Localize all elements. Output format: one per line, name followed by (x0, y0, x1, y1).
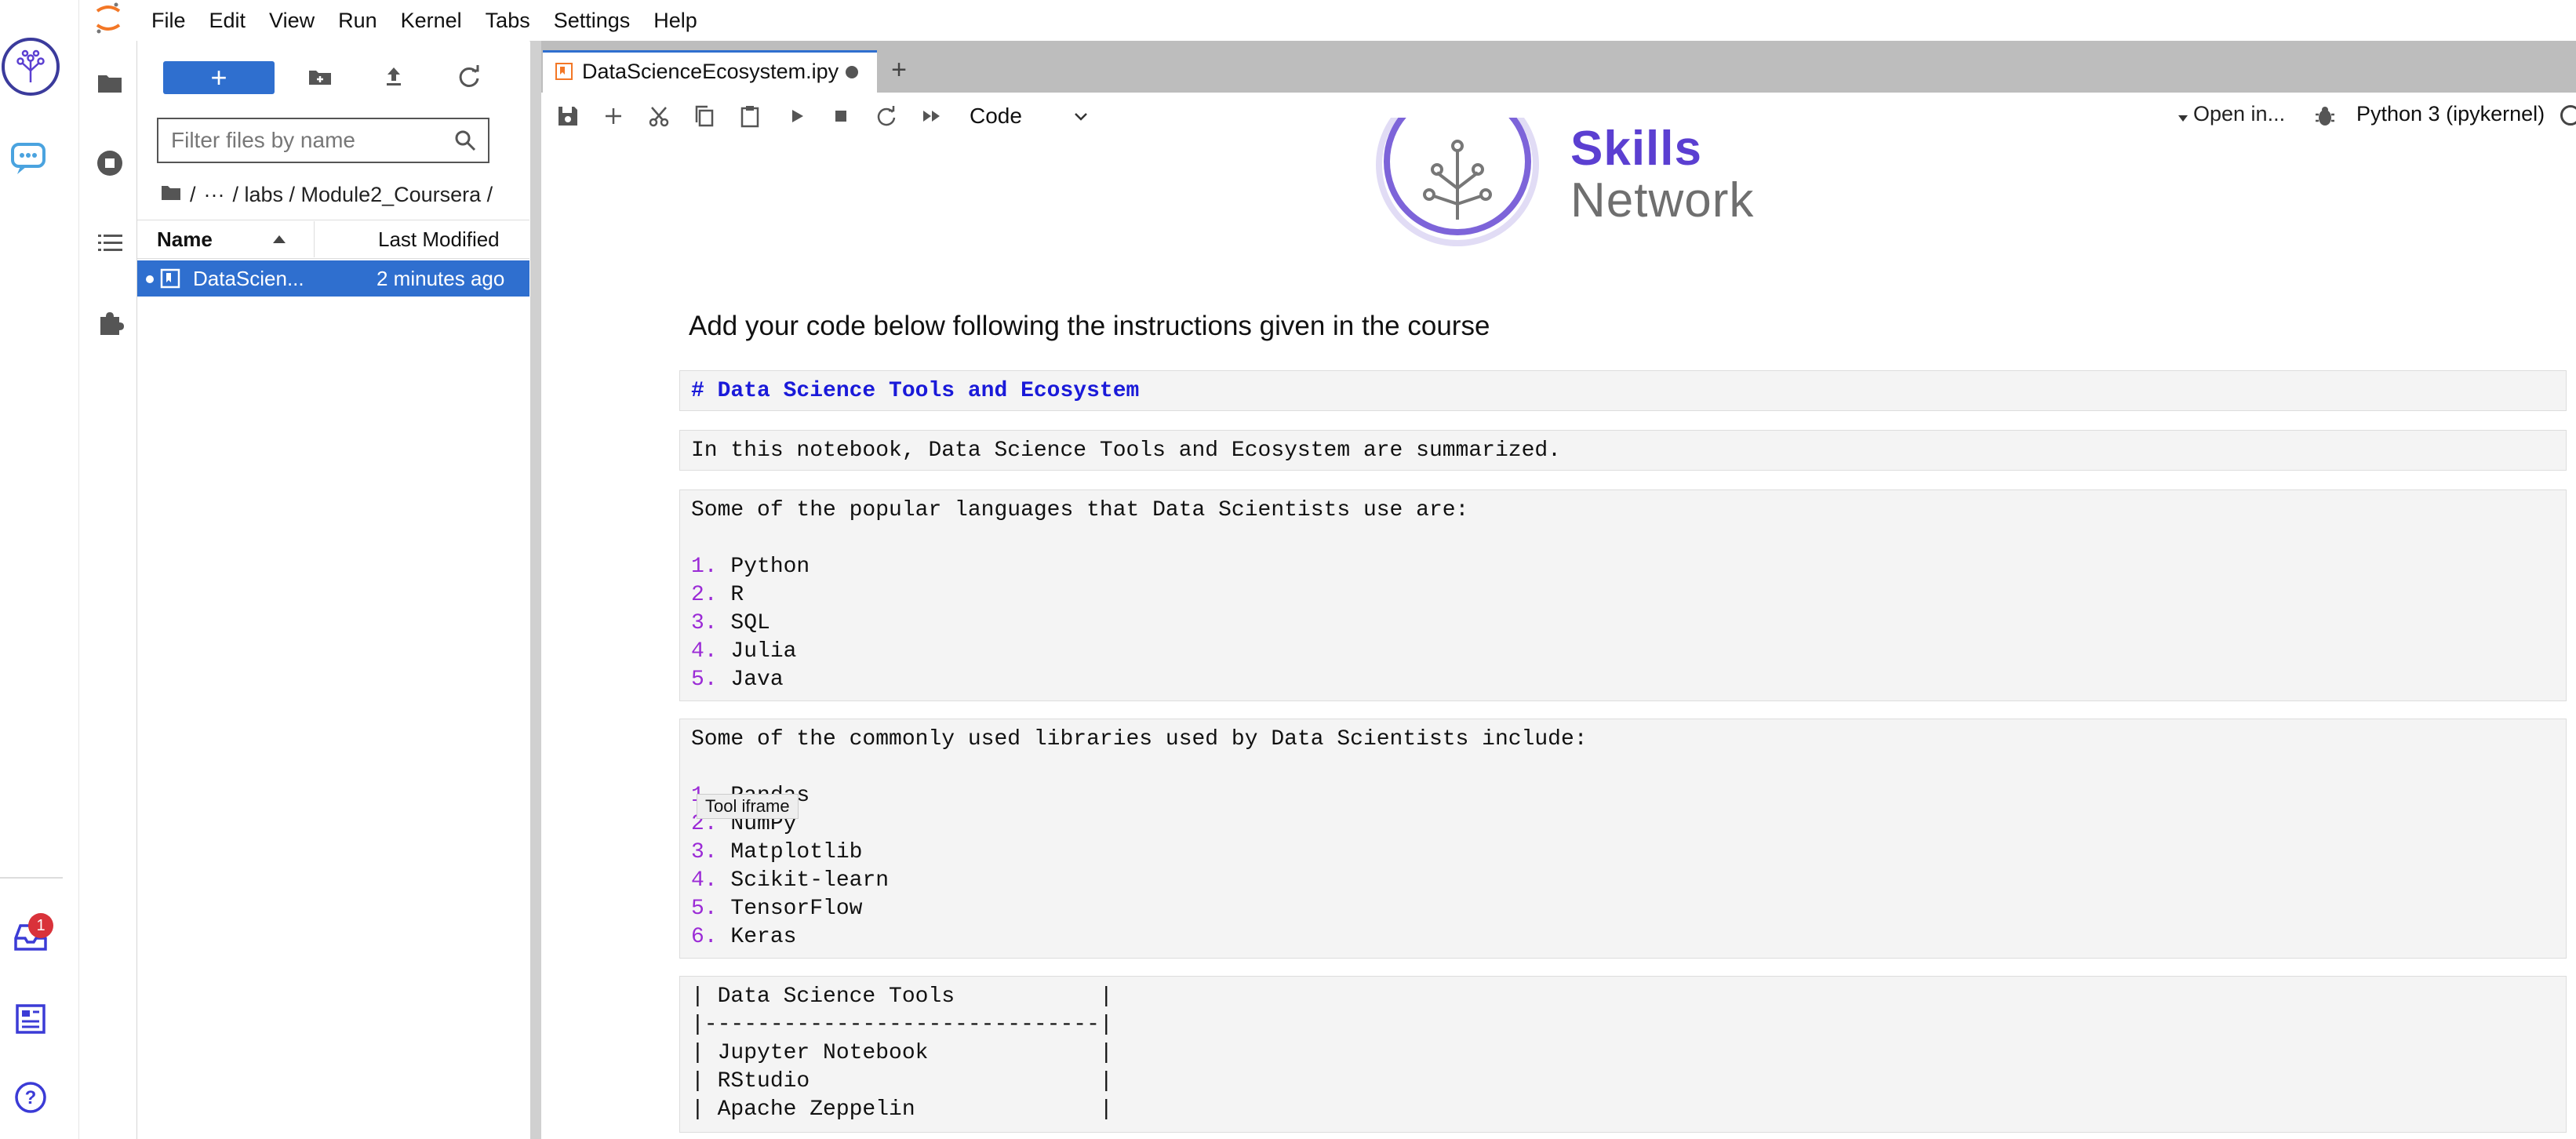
column-last-modified[interactable]: Last Modified (378, 227, 500, 252)
restart-run-all-icon[interactable] (919, 104, 944, 129)
news-icon[interactable] (11, 999, 50, 1039)
run-icon[interactable] (784, 104, 810, 129)
list-item: 3. Matplotlib (691, 840, 863, 864)
menu-run[interactable]: Run (326, 0, 389, 41)
inbox-badge: 1 (28, 913, 53, 938)
instructions-text: Add your code below following the instru… (689, 311, 1490, 341)
menu-kernel[interactable]: Kernel (389, 0, 474, 41)
activity-bar (82, 41, 138, 1139)
table-line: | Jupyter Notebook | (691, 1041, 1113, 1065)
running-indicator-icon (146, 275, 154, 283)
markdown-cell[interactable]: Some of the commonly used libraries used… (679, 719, 2567, 959)
menu-list: File Edit View Run Kernel Tabs Settings … (140, 0, 709, 41)
list-item: 6. Keras (691, 925, 797, 949)
breadcrumb: / ··· / labs / Module2_Coursera / (160, 179, 500, 210)
open-in-button[interactable]: Open in... (2176, 102, 2285, 126)
column-name[interactable]: Name (157, 227, 213, 252)
list-item: 3. SQL (691, 611, 770, 635)
breadcrumb-ellipsis[interactable]: ··· (204, 183, 225, 207)
extensions-icon[interactable] (96, 309, 124, 337)
panel-splitter[interactable] (530, 41, 541, 1139)
markdown-cell[interactable]: # Data Science Tools and Ecosystem (679, 370, 2567, 411)
table-of-contents-icon[interactable] (96, 229, 124, 257)
cell-heading-text: # Data Science Tools and Ecosystem (691, 379, 1140, 403)
cell-text: Some of the commonly used libraries used… (691, 727, 1588, 751)
menu-help[interactable]: Help (642, 0, 709, 41)
table-line: | RStudio | (691, 1069, 1113, 1094)
brand-logo-skills: Skills (1570, 122, 1702, 176)
table-line: |------------------------------| (691, 1013, 1113, 1037)
cell-text: Some of the popular languages that Data … (691, 498, 1469, 522)
svg-text:?: ? (25, 1087, 37, 1108)
menu-file[interactable]: File (140, 0, 198, 41)
search-icon (453, 129, 477, 152)
list-item: 1. Python (691, 555, 810, 579)
menu-tabs[interactable]: Tabs (474, 0, 542, 41)
insert-cell-icon[interactable] (601, 104, 626, 129)
kernel-status-icon (2560, 105, 2576, 126)
refresh-icon[interactable] (455, 63, 483, 91)
markdown-cell[interactable]: Some of the popular languages that Data … (679, 489, 2567, 701)
chevron-down-icon[interactable] (1073, 108, 1089, 124)
tab-title: DataScienceEcosystem.ipy (582, 60, 839, 83)
new-folder-icon[interactable] (306, 63, 334, 91)
folder-icon[interactable] (96, 69, 124, 97)
skills-network-logo-icon[interactable] (2, 38, 60, 96)
notebook-tab-icon (555, 63, 573, 80)
jupyter-logo-icon (93, 0, 124, 39)
brand-logo-network: Network (1570, 173, 1755, 227)
markdown-cell[interactable]: In this notebook, Data Science Tools and… (679, 430, 2567, 471)
file-name: DataScien... (193, 267, 304, 290)
copy-icon[interactable] (692, 104, 717, 129)
upload-icon[interactable] (380, 63, 408, 91)
sort-ascending-icon (273, 235, 286, 243)
sidebar-divider (0, 877, 63, 879)
kernel-name[interactable]: Python 3 (ipykernel) (2356, 102, 2545, 126)
filter-files-input[interactable] (157, 118, 489, 163)
list-item: 5. Java (691, 668, 784, 692)
new-tab-button[interactable]: + (883, 52, 915, 88)
restart-icon[interactable] (874, 104, 899, 129)
unsaved-indicator-icon[interactable] (846, 66, 858, 78)
paste-icon[interactable] (737, 104, 762, 129)
help-icon[interactable]: ? (11, 1078, 50, 1117)
list-item: 2. R (691, 583, 744, 607)
cell-text: In this notebook, Data Science Tools and… (691, 438, 1561, 463)
menu-edit[interactable]: Edit (198, 0, 258, 41)
skills-network-brand-logo (1374, 83, 1541, 284)
notebook-file-icon (160, 268, 180, 289)
chat-icon[interactable] (9, 140, 50, 177)
list-item: 4. Scikit-learn (691, 868, 890, 893)
breadcrumb-path[interactable]: / labs / Module2_Coursera / (233, 183, 493, 207)
stop-icon[interactable] (828, 104, 853, 129)
column-divider (314, 221, 315, 257)
file-modified: 2 minutes ago (377, 267, 505, 290)
cut-icon[interactable] (646, 104, 671, 129)
list-item: 4. Julia (691, 639, 797, 664)
debugger-icon[interactable] (2312, 104, 2338, 129)
markdown-cell[interactable]: | Data Science Tools | |----------------… (679, 976, 2567, 1133)
menu-settings[interactable]: Settings (542, 0, 642, 41)
breadcrumb-folder-icon[interactable] (160, 183, 182, 207)
table-line: | Apache Zeppelin | (691, 1097, 1113, 1122)
menu-view[interactable]: View (257, 0, 326, 41)
list-item: 5. TensorFlow (691, 897, 863, 921)
breadcrumb-root[interactable]: / (190, 183, 196, 207)
tooltip: Tool iframe (697, 794, 799, 819)
save-icon[interactable] (555, 104, 580, 129)
table-line: | Data Science Tools | (691, 984, 1113, 1009)
running-sessions-icon[interactable] (96, 149, 124, 177)
new-launcher-button[interactable]: + (163, 61, 275, 94)
